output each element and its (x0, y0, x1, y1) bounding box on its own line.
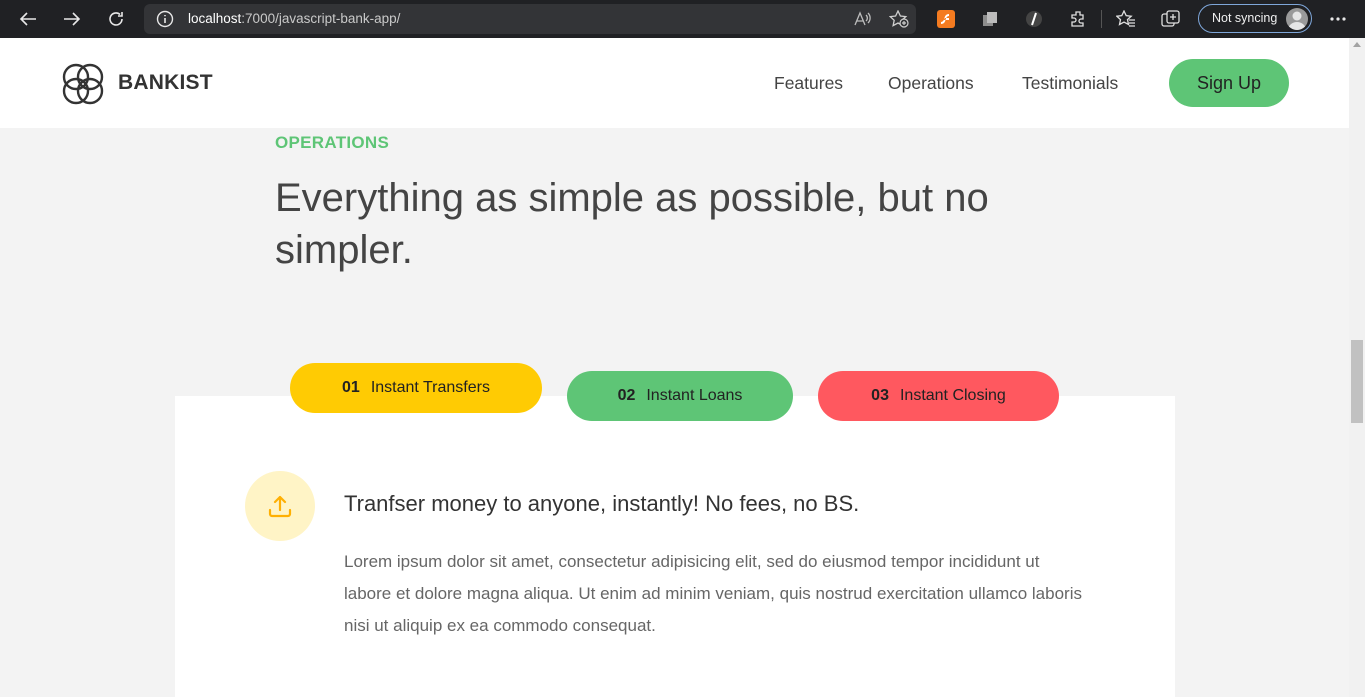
extension-flash-icon[interactable] (934, 7, 958, 31)
toolbar-divider (1101, 10, 1102, 28)
refresh-icon[interactable] (102, 6, 130, 32)
nav-link-testimonials[interactable]: Testimonials (1022, 73, 1118, 94)
browser-toolbar: localhost:7000/javascript-bank-app/ Not … (0, 0, 1365, 38)
scroll-up-icon[interactable] (1353, 42, 1361, 47)
extension-icon[interactable] (1066, 7, 1090, 31)
operation-description: Lorem ipsum dolor sit amet, consectetur … (344, 552, 1082, 635)
scrollbar-thumb[interactable] (1351, 340, 1363, 423)
section-title: Everything as simple as possible, but no… (275, 176, 989, 272)
collections-icon[interactable] (1159, 7, 1183, 31)
sign-up-button[interactable]: Sign Up (1169, 59, 1289, 107)
tab-number: 02 (617, 387, 636, 404)
extension-copy-icon[interactable] (978, 7, 1002, 31)
nav-link-operations[interactable]: Operations (888, 73, 974, 94)
back-icon[interactable] (14, 6, 42, 32)
sync-label: Not syncing (1212, 11, 1278, 25)
read-aloud-icon[interactable] (852, 9, 874, 29)
tab-number: 01 (342, 379, 360, 396)
upload-icon (245, 471, 315, 541)
tab-label: Instant Closing (899, 387, 1006, 404)
extension-circle-icon[interactable] (1022, 7, 1046, 31)
url-text[interactable]: localhost:7000/javascript-bank-app/ (188, 11, 400, 26)
more-icon[interactable] (1326, 7, 1350, 31)
tab-instant-loans[interactable]: 02 Instant Loans (567, 371, 793, 421)
info-icon[interactable] (156, 10, 174, 32)
tab-label: Instant Loans (646, 387, 743, 404)
brand-name[interactable]: BANKIST (118, 71, 213, 95)
site-header: BANKIST Features Operations Testimonials… (0, 38, 1349, 128)
favorites-icon[interactable] (1114, 7, 1138, 31)
bankist-logo-icon[interactable] (59, 60, 107, 108)
profile-sync-button[interactable]: Not syncing (1198, 4, 1312, 33)
tab-number: 03 (871, 387, 889, 404)
add-favorite-icon[interactable] (888, 9, 910, 29)
operation-heading: Tranfser money to anyone, instantly! No … (344, 491, 860, 516)
address-bar[interactable]: localhost:7000/javascript-bank-app/ (144, 4, 916, 34)
section-label: OPERATIONS (275, 133, 390, 152)
forward-icon[interactable] (58, 6, 86, 32)
nav-link-features[interactable]: Features (774, 73, 843, 94)
avatar (1286, 8, 1308, 30)
tab-instant-closing[interactable]: 03 Instant Closing (818, 371, 1059, 421)
tab-instant-transfers[interactable]: 01 Instant Transfers (290, 363, 542, 413)
tab-label: Instant Transfers (370, 379, 490, 396)
